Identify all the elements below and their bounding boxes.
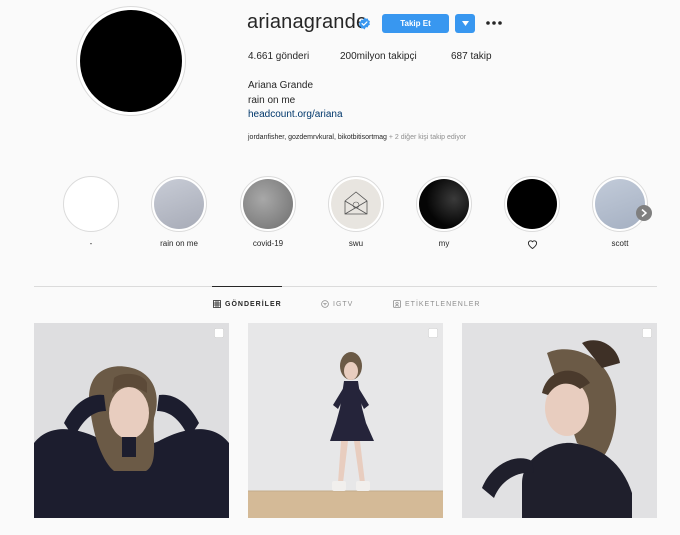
multiple-posts-icon — [214, 328, 224, 338]
tab-igtv[interactable]: IGTV — [321, 300, 353, 308]
chevron-down-icon — [461, 21, 469, 26]
highlight-cover[interactable] — [63, 176, 119, 232]
igtv-icon — [321, 300, 329, 308]
highlight-item[interactable] — [63, 176, 119, 232]
follow-button[interactable]: Takip Et — [382, 14, 449, 33]
highlight-item[interactable] — [504, 176, 560, 232]
followed-by-more: + 2 diğer kişi takip ediyor — [386, 134, 467, 141]
post-image — [462, 323, 657, 518]
highlight-cover[interactable] — [504, 176, 560, 232]
tabs-divider — [34, 286, 657, 287]
highlight-label: covid-19 — [252, 239, 284, 248]
bio-link[interactable]: headcount.org/ariana — [248, 109, 343, 120]
followed-by-names[interactable]: jordanfisher, gozdemrvkural, bikotbitiso… — [248, 134, 387, 141]
avatar[interactable] — [80, 10, 182, 112]
post-image — [34, 323, 229, 518]
username: arianagrande — [247, 11, 368, 33]
heart-icon — [527, 240, 537, 250]
posts-count: 4.661 gönderi — [248, 51, 310, 62]
grid-icon — [213, 300, 221, 308]
highlight-cover[interactable] — [416, 176, 472, 232]
tab-tagged-label: ETİKETLENENLER — [405, 300, 481, 308]
following-count[interactable]: 687 takip — [451, 51, 492, 62]
full-name: Ariana Grande — [248, 80, 314, 91]
bio: rain on me — [248, 95, 296, 106]
highlight-cover-image — [331, 179, 381, 229]
highlight-label: my — [438, 239, 450, 248]
followers-count[interactable]: 200milyon takipçi — [340, 51, 417, 62]
highlight-item[interactable] — [592, 176, 648, 232]
post-thumbnail[interactable] — [248, 323, 443, 518]
highlight-label: rain on me — [160, 239, 198, 248]
tab-igtv-label: IGTV — [333, 300, 354, 308]
chevron-right-icon — [641, 209, 647, 217]
highlight-cover[interactable] — [240, 176, 296, 232]
highlights-next-button[interactable] — [636, 205, 652, 221]
highlight-cover[interactable] — [328, 176, 384, 232]
highlight-cover[interactable] — [151, 176, 207, 232]
followed-by[interactable]: jordanfisher, gozdemrvkural, bikotbitiso… — [248, 134, 466, 141]
highlight-item[interactable] — [416, 176, 472, 232]
highlight-label: swu — [348, 239, 364, 248]
highlight-label: - — [89, 239, 93, 248]
highlight-item[interactable] — [328, 176, 384, 232]
highlight-item[interactable] — [151, 176, 207, 232]
highlight-item[interactable] — [240, 176, 296, 232]
tab-posts-label: GÖNDERİLER — [225, 300, 282, 308]
post-image — [248, 323, 443, 518]
post-thumbnail[interactable] — [34, 323, 229, 518]
tab-posts[interactable]: GÖNDERİLER — [213, 300, 282, 308]
more-options-icon[interactable] — [485, 18, 503, 28]
verified-badge-icon — [359, 17, 370, 30]
multiple-posts-icon — [428, 328, 438, 338]
tagged-icon — [393, 300, 401, 308]
highlight-cover[interactable] — [592, 176, 648, 232]
active-tab-indicator — [212, 286, 282, 287]
post-thumbnail[interactable] — [462, 323, 657, 518]
highlight-label — [492, 239, 572, 251]
highlight-label: scott — [611, 239, 629, 248]
suggestions-dropdown-button[interactable] — [455, 14, 475, 33]
multiple-posts-icon — [642, 328, 652, 338]
tab-tagged[interactable]: ETİKETLENENLER — [393, 300, 480, 308]
